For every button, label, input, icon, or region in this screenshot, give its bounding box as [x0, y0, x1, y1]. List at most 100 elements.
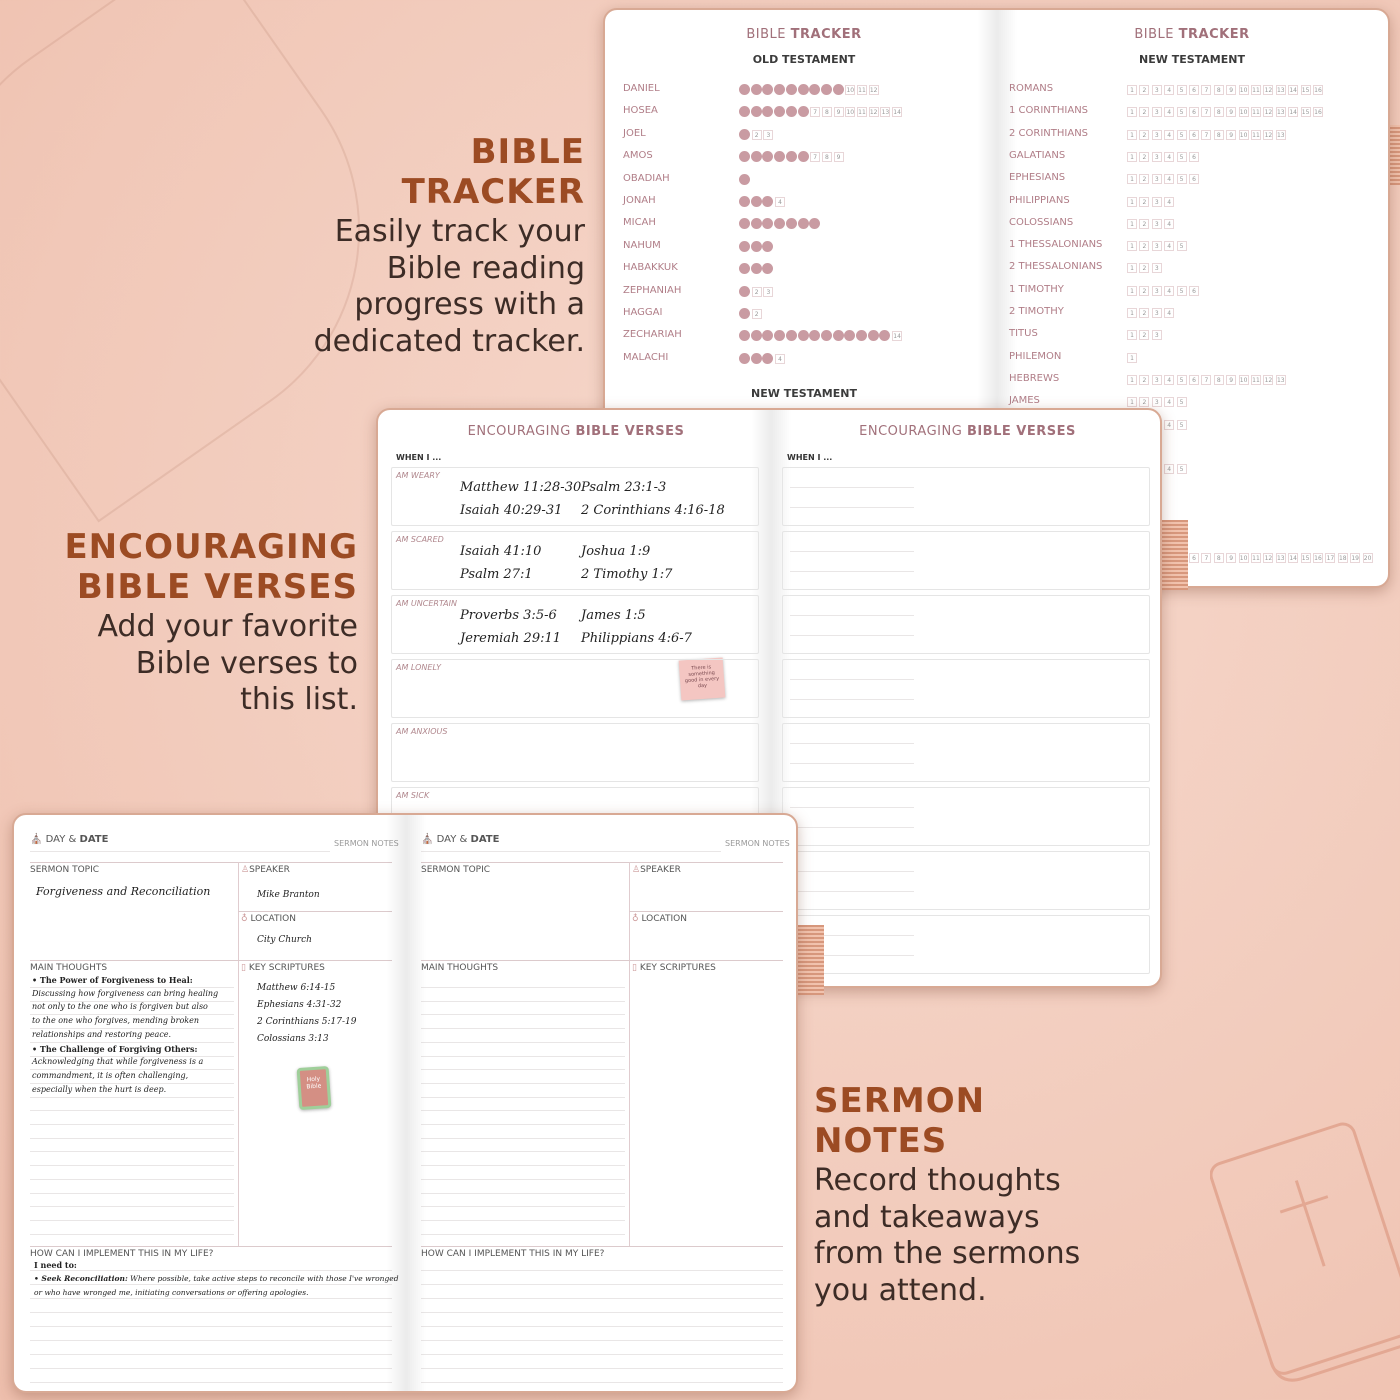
verse-box-right[interactable] — [782, 851, 1150, 910]
chapter-checkbox-5[interactable]: 5 — [1176, 241, 1187, 252]
chapter-read-1[interactable] — [739, 218, 750, 230]
chapter-checkbox-10[interactable]: 10 — [1238, 85, 1249, 95]
chapter-read-2[interactable] — [750, 84, 762, 95]
chapter-read-6[interactable] — [797, 84, 809, 95]
chapter-checkbox-9[interactable]: 9 — [833, 152, 844, 163]
chapter-checkbox-6[interactable]: 6 — [1189, 285, 1199, 296]
chapter-checkbox-4[interactable]: 4 — [1164, 174, 1175, 185]
chapter-checkbox-1[interactable]: 1 — [1127, 107, 1137, 118]
chapter-checkbox-2[interactable]: 2 — [1139, 151, 1150, 162]
chapter-checkbox-1[interactable]: 1 — [1127, 241, 1137, 252]
chapter-checkbox-4[interactable]: 4 — [1164, 374, 1175, 385]
chapter-read-2[interactable] — [750, 106, 762, 118]
chapter-checkbox-8[interactable]: 8 — [1213, 129, 1224, 140]
chapter-read-3[interactable] — [762, 330, 774, 342]
chapter-read-5[interactable] — [785, 218, 797, 230]
chapter-checkbox-2[interactable]: 2 — [1139, 285, 1150, 296]
chapter-checkbox-12[interactable]: 12 — [1263, 129, 1274, 140]
chapter-read-1[interactable] — [739, 151, 750, 163]
chapter-checkbox-9[interactable]: 9 — [1226, 374, 1237, 385]
chapter-checkbox-4[interactable]: 4 — [1164, 129, 1175, 140]
chapter-checkbox-5[interactable]: 5 — [1176, 464, 1187, 475]
chapter-checkbox-3[interactable]: 3 — [1151, 174, 1162, 185]
chapter-checkbox-6[interactable]: 6 — [1189, 129, 1199, 140]
chapter-checkbox-14[interactable]: 14 — [1288, 107, 1299, 118]
chapter-checkbox-2[interactable]: 2 — [1139, 374, 1150, 385]
chapter-checkbox-1[interactable]: 1 — [1127, 285, 1137, 296]
chapter-checkbox-4[interactable]: 4 — [1164, 285, 1175, 296]
verse-box-right[interactable] — [782, 595, 1150, 654]
chapter-checkbox-14[interactable]: 14 — [892, 107, 903, 118]
chapter-checkbox-5[interactable]: 5 — [1176, 174, 1187, 185]
chapter-read-4[interactable] — [774, 84, 786, 95]
verse-box-right[interactable] — [782, 787, 1150, 846]
chapter-checkbox-4[interactable]: 4 — [1164, 241, 1175, 252]
chapter-checkbox-7[interactable]: 7 — [810, 152, 821, 163]
chapter-read-1[interactable] — [739, 263, 750, 275]
chapter-read-3[interactable] — [762, 151, 774, 163]
chapter-read-5[interactable] — [785, 151, 797, 163]
chapter-checkbox-1[interactable]: 1 — [1127, 352, 1137, 363]
chapter-checkbox-4[interactable]: 4 — [1164, 218, 1175, 229]
chapter-read-2[interactable] — [750, 218, 762, 230]
chapter-checkbox-13[interactable]: 13 — [1275, 85, 1286, 95]
chapter-checkbox-5[interactable]: 5 — [1176, 151, 1187, 162]
chapter-checkbox-9[interactable]: 9 — [833, 107, 844, 118]
chapter-checkbox-3[interactable]: 3 — [1151, 107, 1162, 118]
chapter-checkbox-2[interactable]: 2 — [1139, 397, 1150, 408]
chapter-checkbox-11[interactable]: 11 — [1251, 553, 1261, 564]
chapter-read-4[interactable] — [774, 330, 786, 342]
chapter-checkbox-4[interactable]: 4 — [1164, 308, 1175, 318]
chapter-checkbox-2[interactable]: 2 — [1139, 196, 1150, 207]
chapter-checkbox-2[interactable]: 2 — [1139, 263, 1150, 274]
chapter-checkbox-5[interactable]: 5 — [1176, 85, 1187, 95]
chapter-checkbox-3[interactable]: 3 — [1151, 218, 1162, 229]
chapter-read-1[interactable] — [739, 106, 750, 118]
chapter-checkbox-3[interactable]: 3 — [1151, 196, 1162, 207]
chapter-checkbox-8[interactable]: 8 — [821, 152, 832, 163]
chapter-read-3[interactable] — [762, 84, 774, 95]
chapter-read-9[interactable] — [832, 330, 844, 342]
chapter-checkbox-4[interactable]: 4 — [775, 353, 786, 364]
chapter-read-1[interactable] — [739, 330, 750, 342]
chapter-checkbox-8[interactable]: 8 — [1213, 85, 1224, 95]
chapter-checkbox-17[interactable]: 17 — [1325, 553, 1336, 564]
chapter-read-11[interactable] — [856, 330, 867, 342]
chapter-checkbox-12[interactable]: 12 — [868, 85, 879, 95]
chapter-checkbox-8[interactable]: 8 — [821, 107, 832, 118]
chapter-checkbox-14[interactable]: 14 — [1288, 85, 1299, 95]
chapter-checkbox-14[interactable]: 14 — [1288, 553, 1299, 564]
chapter-read-13[interactable] — [879, 330, 891, 342]
chapter-checkbox-2[interactable]: 2 — [1139, 129, 1150, 140]
chapter-checkbox-2[interactable]: 2 — [1139, 241, 1150, 252]
verse-box-right[interactable] — [782, 467, 1150, 526]
chapter-checkbox-4[interactable]: 4 — [1164, 85, 1175, 95]
chapter-checkbox-1[interactable]: 1 — [1127, 263, 1137, 274]
chapter-read-3[interactable] — [762, 263, 774, 275]
chapter-read-6[interactable] — [797, 330, 809, 342]
chapter-checkbox-2[interactable]: 2 — [1139, 107, 1150, 118]
chapter-checkbox-6[interactable]: 6 — [1189, 374, 1199, 385]
chapter-checkbox-12[interactable]: 12 — [868, 107, 879, 118]
chapter-checkbox-19[interactable]: 19 — [1350, 553, 1361, 564]
chapter-checkbox-4[interactable]: 4 — [1164, 397, 1175, 408]
chapter-checkbox-13[interactable]: 13 — [1275, 553, 1286, 564]
chapter-read-3[interactable] — [762, 196, 774, 207]
chapter-read-1[interactable] — [739, 173, 750, 185]
chapter-checkbox-5[interactable]: 5 — [1176, 419, 1187, 430]
chapter-checkbox-20[interactable]: 20 — [1362, 553, 1373, 564]
chapter-checkbox-5[interactable]: 5 — [1176, 397, 1187, 408]
chapter-checkbox-6[interactable]: 6 — [1189, 85, 1199, 95]
chapter-checkbox-3[interactable]: 3 — [1151, 285, 1162, 296]
chapter-checkbox-3[interactable]: 3 — [1151, 151, 1162, 162]
chapter-checkbox-2[interactable]: 2 — [751, 286, 762, 297]
chapter-checkbox-3[interactable]: 3 — [1151, 263, 1162, 274]
verse-box-am-lonely[interactable] — [391, 659, 759, 718]
chapter-read-1[interactable] — [739, 196, 750, 207]
chapter-checkbox-4[interactable]: 4 — [1164, 464, 1175, 475]
chapter-checkbox-15[interactable]: 15 — [1300, 85, 1311, 95]
chapter-checkbox-7[interactable]: 7 — [1201, 107, 1212, 118]
chapter-checkbox-2[interactable]: 2 — [1139, 218, 1150, 229]
chapter-read-2[interactable] — [750, 330, 762, 342]
chapter-checkbox-13[interactable]: 13 — [1275, 107, 1286, 118]
